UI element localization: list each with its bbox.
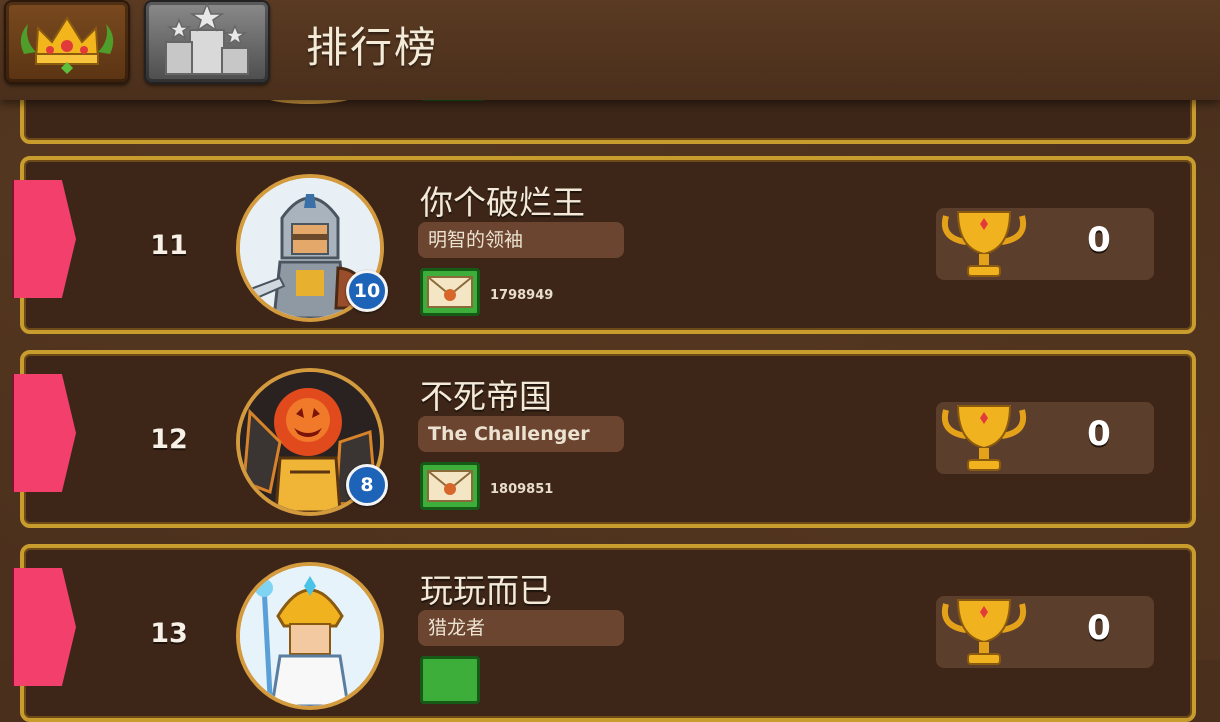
player-title-badge: 明智的领袖 <box>418 222 624 258</box>
trophy-score: 0 <box>1087 220 1111 260</box>
player-id: 1798949 <box>490 288 554 303</box>
player-title-badge: The Challenger <box>418 416 624 452</box>
rank-number: 12 <box>150 424 188 455</box>
tab-podium-ranking[interactable] <box>144 0 270 84</box>
leaderboard-row[interactable]: 11 10 你个破烂王 明智的领袖 1798949 0 <box>20 156 1196 334</box>
trophy-icon <box>942 211 1026 277</box>
player-title-badge: 猎龙者 <box>418 610 624 646</box>
rank-number: 11 <box>150 230 188 261</box>
player-name: 不死帝国 <box>420 377 552 416</box>
golden-warrior-avatar-icon <box>240 566 380 706</box>
mail-button[interactable] <box>420 656 480 704</box>
trophy-score: 0 <box>1087 414 1111 454</box>
mail-button[interactable] <box>420 268 480 316</box>
envelope-icon <box>427 470 473 502</box>
envelope-icon <box>427 276 473 308</box>
player-name: 你个破烂王 <box>420 183 585 222</box>
level-badge: 8 <box>346 464 388 506</box>
mail-button[interactable] <box>420 462 480 510</box>
trophy-score: 0 <box>1087 608 1111 648</box>
level-badge: 10 <box>346 270 388 312</box>
player-avatar[interactable] <box>236 562 384 710</box>
crown-laurel-icon <box>20 16 114 74</box>
top-bar: 排行榜 <box>0 0 1220 100</box>
trophy-score-box: 0 <box>936 596 1154 668</box>
trophy-icon <box>942 599 1026 665</box>
trophy-score-box: 0 <box>936 208 1154 280</box>
trophy-score-box: 0 <box>936 402 1154 474</box>
player-id: 1809851 <box>490 482 554 497</box>
player-name: 玩玩而已 <box>420 571 552 610</box>
leaderboard-row[interactable]: 13 玩玩而已 猎龙者 0 <box>20 544 1196 722</box>
page-title: 排行榜 <box>306 23 439 72</box>
tab-crown-ranking[interactable] <box>4 0 130 84</box>
podium-stars-icon <box>165 1 249 75</box>
rank-number: 13 <box>150 618 188 649</box>
leaderboard-row[interactable]: 12 8 不死帝国 The Challenger 1809851 0 <box>20 350 1196 528</box>
trophy-icon <box>942 405 1026 471</box>
